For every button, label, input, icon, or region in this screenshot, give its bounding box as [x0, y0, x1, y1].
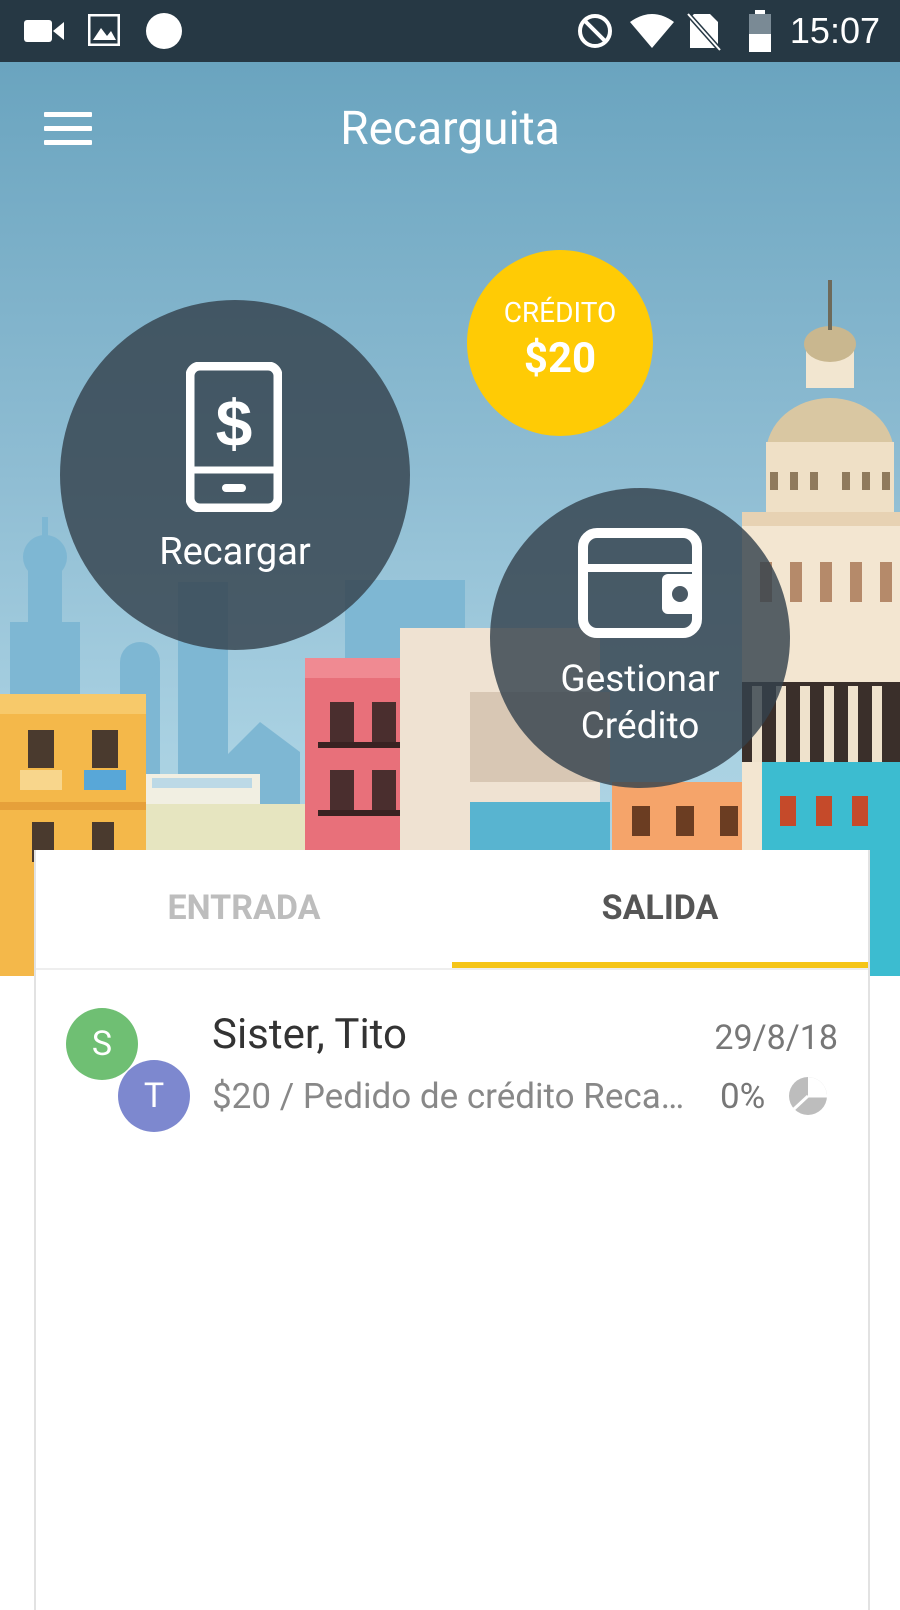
hero-banner: Recarguita $ Recargar CRÉDITO $20 Gestio… [0, 62, 900, 976]
video-icon [24, 20, 64, 42]
transaction-percent: 0% [720, 1076, 766, 1117]
tab-bar: ENTRADA SALIDA [36, 850, 868, 970]
phone-dollar-icon: $ [186, 362, 282, 512]
pie-chart-icon [789, 1077, 827, 1115]
recargar-button[interactable]: $ Recargar [60, 300, 410, 650]
status-bar: 15:07 [0, 0, 900, 62]
transactions-card: ENTRADA SALIDA S T Sister, Tito 29/8/18 … [34, 850, 870, 1610]
tab-entrada[interactable]: ENTRADA [36, 850, 452, 966]
circle-icon [146, 13, 182, 49]
recargar-label: Recargar [159, 530, 311, 574]
wallet-icon [578, 528, 702, 638]
gestionar-label-line1: Gestionar [560, 658, 720, 701]
svg-text:$: $ [216, 386, 253, 460]
do-not-disturb-icon [578, 14, 612, 48]
gestionar-label-line2: Crédito [580, 705, 700, 748]
tab-salida[interactable]: SALIDA [452, 850, 868, 966]
credit-value: $20 [523, 334, 597, 383]
list-item[interactable]: S T Sister, Tito 29/8/18 $20 / Pedido de… [36, 968, 868, 1148]
avatar: S [66, 1008, 138, 1080]
battery-icon [749, 10, 771, 52]
gestionar-credito-button[interactable]: Gestionar Crédito [490, 488, 790, 788]
avatar: T [118, 1060, 190, 1132]
contact-name: Sister, Tito [212, 1010, 407, 1059]
transaction-description: $20 / Pedido de crédito Recarguita [212, 1076, 692, 1117]
credit-label: CRÉDITO [503, 296, 617, 329]
app-title: Recarguita [340, 102, 560, 156]
image-icon [88, 14, 120, 46]
status-time: 15:07 [789, 10, 880, 51]
credit-badge[interactable]: CRÉDITO $20 [467, 250, 653, 436]
transaction-date: 29/8/18 [714, 1018, 838, 1058]
wifi-icon [630, 14, 674, 48]
no-sim-icon [686, 12, 722, 52]
